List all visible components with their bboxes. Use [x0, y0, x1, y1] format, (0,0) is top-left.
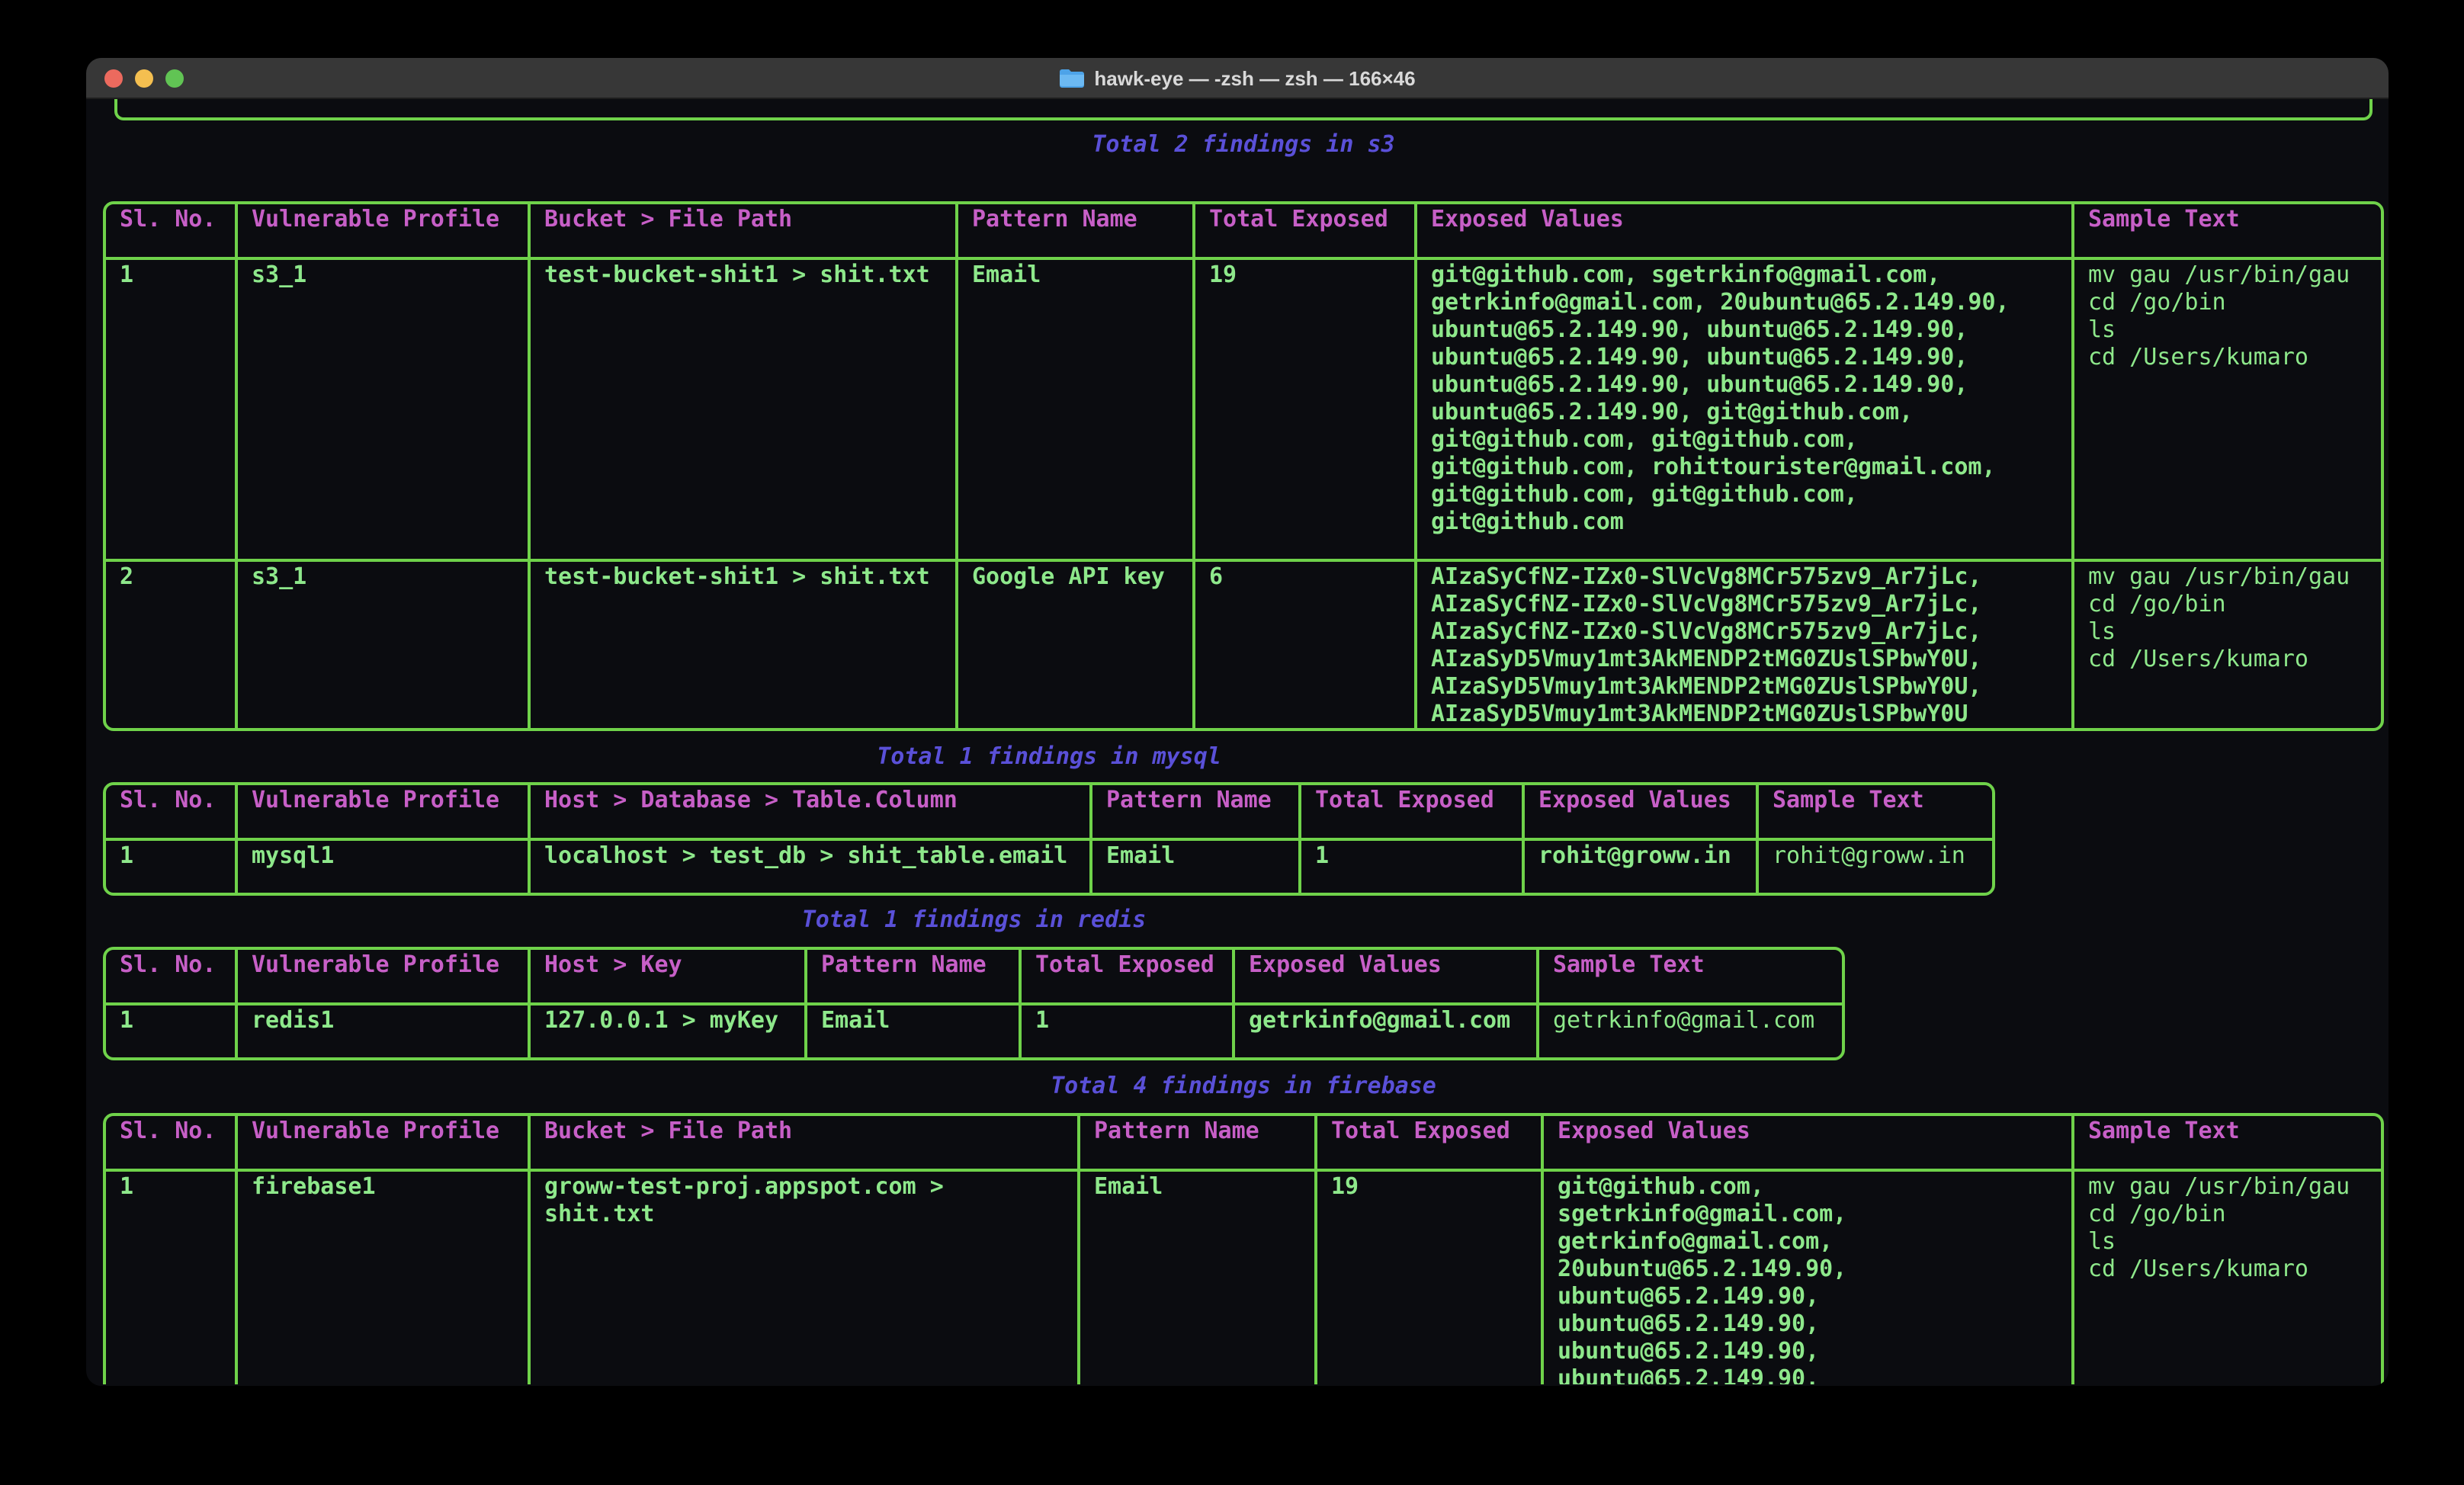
table-row: 1 mysql1 localhost > test_db > shit_tabl… [106, 841, 1992, 893]
section-heading-mysql: Total 1 findings in mysql [103, 743, 1995, 771]
column-header: Vulnerable Profile [238, 204, 531, 260]
cell-exposed-values: git@github.com, sgetrkinfo@gmail.com, ge… [1544, 1172, 2074, 1384]
column-header: Host > Database > Table.Column [531, 785, 1092, 841]
table-row: 1 s3_1 test-bucket-shit1 > shit.txt Emai… [106, 260, 2381, 562]
column-header: Total Exposed [1317, 1116, 1544, 1172]
cell-total: 19 [1195, 260, 1417, 562]
cell-path: groww-test-proj.appspot.com > shit.txt [531, 1172, 1080, 1384]
cell-sample-text: mv gau /usr/bin/gau cd /go/bin ls cd /Us… [2074, 562, 2381, 728]
findings-table-redis: Sl. No. Vulnerable Profile Host > Key Pa… [103, 947, 1845, 1060]
cell-host: localhost > test_db > shit_table.email [531, 841, 1092, 893]
cell-exposed-values: getrkinfo@gmail.com [1235, 1006, 1539, 1057]
folder-icon [1059, 69, 1085, 88]
column-header: Host > Key [531, 950, 807, 1006]
findings-table-s3: Sl. No. Vulnerable Profile Bucket > File… [103, 201, 2384, 731]
cell-pattern: Email [1080, 1172, 1317, 1384]
cell-total: 19 [1317, 1172, 1544, 1384]
section-heading-firebase: Total 4 findings in firebase [103, 1073, 2384, 1100]
column-header: Vulnerable Profile [238, 785, 531, 841]
cell-profile: s3_1 [238, 562, 531, 728]
section-heading-s3: Total 2 findings in s3 [103, 131, 2384, 159]
terminal-screen[interactable]: Total 2 findings in s3 Sl. No. Vulnerabl… [86, 99, 2389, 1384]
cell-sl-no: 1 [106, 260, 238, 562]
column-header: Sample Text [2074, 1116, 2381, 1172]
column-header: Exposed Values [1417, 204, 2074, 260]
previous-table-bottom-border [114, 99, 2373, 120]
cell-profile: s3_1 [238, 260, 531, 562]
column-header: Sample Text [1539, 950, 1842, 1006]
column-header: Sample Text [1759, 785, 1992, 841]
cell-profile: redis1 [238, 1006, 531, 1057]
column-header: Bucket > File Path [531, 1116, 1080, 1172]
column-header: Exposed Values [1235, 950, 1539, 1006]
column-header: Exposed Values [1544, 1116, 2074, 1172]
cell-sample-text: rohit@groww.in [1759, 841, 1992, 893]
cell-sl-no: 1 [106, 1172, 238, 1384]
cell-total: 1 [1022, 1006, 1235, 1057]
window-title-text: hawk-eye — -zsh — zsh — 166×46 [1094, 67, 1415, 91]
findings-table-mysql: Sl. No. Vulnerable Profile Host > Databa… [103, 782, 1995, 896]
column-header: Vulnerable Profile [238, 950, 531, 1006]
cell-sl-no: 1 [106, 841, 238, 893]
cell-exposed-values: rohit@groww.in [1525, 841, 1759, 893]
cell-path: test-bucket-shit1 > shit.txt [531, 260, 958, 562]
column-header: Sl. No. [106, 204, 238, 260]
cell-sl-no: 1 [106, 1006, 238, 1057]
cell-exposed-values: AIzaSyCfNZ-IZx0-SlVcVg8MCr575zv9_Ar7jLc,… [1417, 562, 2074, 728]
column-header: Bucket > File Path [531, 204, 958, 260]
cell-sample-text: mv gau /usr/bin/gau cd /go/bin ls cd /Us… [2074, 1172, 2381, 1384]
cell-total: 6 [1195, 562, 1417, 728]
column-header: Vulnerable Profile [238, 1116, 531, 1172]
window-title: hawk-eye — -zsh — zsh — 166×46 [86, 58, 2389, 99]
table-header-row: Sl. No. Vulnerable Profile Bucket > File… [106, 1116, 2381, 1172]
cell-sample-text: getrkinfo@gmail.com [1539, 1006, 1842, 1057]
table-header-row: Sl. No. Vulnerable Profile Host > Key Pa… [106, 950, 1842, 1006]
cell-profile: mysql1 [238, 841, 531, 893]
table-row: 1 firebase1 groww-test-proj.appspot.com … [106, 1172, 2381, 1384]
cell-sl-no: 2 [106, 562, 238, 728]
cell-pattern: Email [958, 260, 1195, 562]
cell-pattern: Email [807, 1006, 1022, 1057]
cell-pattern: Email [1092, 841, 1301, 893]
table-row: 2 s3_1 test-bucket-shit1 > shit.txt Goog… [106, 562, 2381, 728]
table-header-row: Sl. No. Vulnerable Profile Host > Databa… [106, 785, 1992, 841]
column-header: Exposed Values [1525, 785, 1759, 841]
table-row: 1 redis1 127.0.0.1 > myKey Email 1 getrk… [106, 1006, 1842, 1057]
column-header: Pattern Name [958, 204, 1195, 260]
cell-total: 1 [1301, 841, 1525, 893]
cell-profile: firebase1 [238, 1172, 531, 1384]
window-titlebar[interactable]: hawk-eye — -zsh — zsh — 166×46 [86, 58, 2389, 99]
column-header: Sample Text [2074, 204, 2381, 260]
cell-exposed-values: git@github.com, sgetrkinfo@gmail.com, ge… [1417, 260, 2074, 562]
cell-sample-text: mv gau /usr/bin/gau cd /go/bin ls cd /Us… [2074, 260, 2381, 562]
table-header-row: Sl. No. Vulnerable Profile Bucket > File… [106, 204, 2381, 260]
section-heading-redis: Total 1 findings in redis [103, 906, 1845, 934]
column-header: Sl. No. [106, 1116, 238, 1172]
column-header: Total Exposed [1301, 785, 1525, 841]
terminal-window: hawk-eye — -zsh — zsh — 166×46 Total 2 f… [86, 58, 2389, 1386]
column-header: Total Exposed [1022, 950, 1235, 1006]
findings-table-firebase: Sl. No. Vulnerable Profile Bucket > File… [103, 1113, 2384, 1384]
cell-pattern: Google API key [958, 562, 1195, 728]
column-header: Pattern Name [807, 950, 1022, 1006]
cell-host: 127.0.0.1 > myKey [531, 1006, 807, 1057]
cell-path: test-bucket-shit1 > shit.txt [531, 562, 958, 728]
column-header: Pattern Name [1080, 1116, 1317, 1172]
column-header: Sl. No. [106, 785, 238, 841]
column-header: Total Exposed [1195, 204, 1417, 260]
column-header: Sl. No. [106, 950, 238, 1006]
column-header: Pattern Name [1092, 785, 1301, 841]
